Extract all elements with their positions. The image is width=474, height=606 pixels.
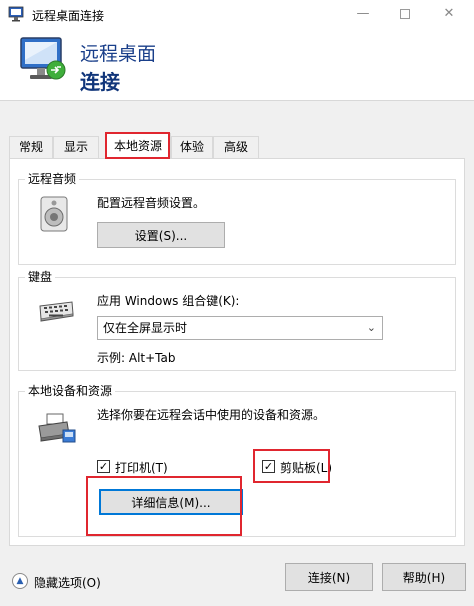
local-devices-group: 本地设备和资源 选择你要在远程会话中使用的设备和资源。 ✓ 打印机(T) ✓ 剪… [18,383,456,537]
keyboard-title: 键盘 [25,269,56,285]
checkmark-icon: ✓ [98,460,109,473]
hide-options-label[interactable]: 隐藏选项(O) [34,574,101,591]
keyboard-combo-label: 应用 Windows 组合键(K): [97,294,240,308]
tab-advanced[interactable]: 高级 [213,136,259,158]
maximize-icon [400,8,410,19]
printer-checkbox[interactable]: ✓ [97,460,110,473]
window-title: 远程桌面连接 [32,9,105,23]
chevron-up-icon: ▲ [16,576,24,586]
keyboard-group: 键盘 应用 Windows 组合键(K): 仅在全屏显示时 ⌄ 示例: Alt+… [18,269,456,371]
remote-audio-group: 远程音频 配置远程音频设置。 设置(S)... [18,171,456,265]
local-resources-panel: 远程音频 配置远程音频设置。 设置(S)... 键盘 应用 Windows 组合… [9,158,465,546]
tab-label: 显示 [63,140,88,154]
devices-printer-icon [38,413,76,443]
speaker-icon [40,196,68,232]
tab-display[interactable]: 显示 [53,136,99,158]
tab-label: 体验 [179,140,204,154]
checkmark-icon: ✓ [263,460,274,473]
hide-options-toggle[interactable]: ▲ [12,573,28,589]
details-button[interactable]: 详细信息(M)... [99,489,243,515]
audio-settings-button[interactable]: 设置(S)... [97,222,225,248]
local-devices-description: 选择你要在远程会话中使用的设备和资源。 [97,408,326,422]
close-button[interactable]: ✕ [426,0,472,30]
remote-audio-description: 配置远程音频设置。 [97,196,206,210]
keyboard-example: 示例: Alt+Tab [97,351,176,365]
remote-desktop-app-icon [8,6,24,22]
close-icon: ✕ [443,6,455,21]
chevron-down-icon: ⌄ [366,321,376,334]
clipboard-label: 剪贴板(L) [280,461,333,475]
title-bar: 远程桌面连接 — ✕ [0,0,474,30]
keyboard-icon [39,301,74,322]
tab-experience[interactable]: 体验 [171,136,213,158]
minimize-icon: — [356,6,370,21]
minimize-button[interactable]: — [340,0,386,30]
remote-audio-title: 远程音频 [25,171,80,187]
clipboard-checkbox[interactable]: ✓ [262,460,275,473]
remote-desktop-logo-icon [20,37,66,80]
tab-label: 常规 [18,140,43,154]
keyboard-combo-dropdown[interactable]: 仅在全屏显示时 ⌄ [97,316,383,340]
local-devices-title: 本地设备和资源 [25,383,116,399]
connect-button[interactable]: 连接(N) [285,563,373,591]
banner-title-line2: 连接 [80,70,120,94]
header-banner: 远程桌面 连接 [0,30,474,100]
help-button[interactable]: 帮助(H) [382,563,466,591]
maximize-button[interactable] [382,0,428,30]
tab-label: 本地资源 [113,139,162,153]
tab-label: 高级 [223,140,248,154]
dropdown-selected-value: 仅在全屏显示时 [103,321,188,335]
printer-label: 打印机(T) [115,461,168,475]
tab-local-resources[interactable]: 本地资源 [105,133,171,159]
banner-title-line1: 远程桌面 [80,43,157,65]
tab-general[interactable]: 常规 [9,136,53,158]
